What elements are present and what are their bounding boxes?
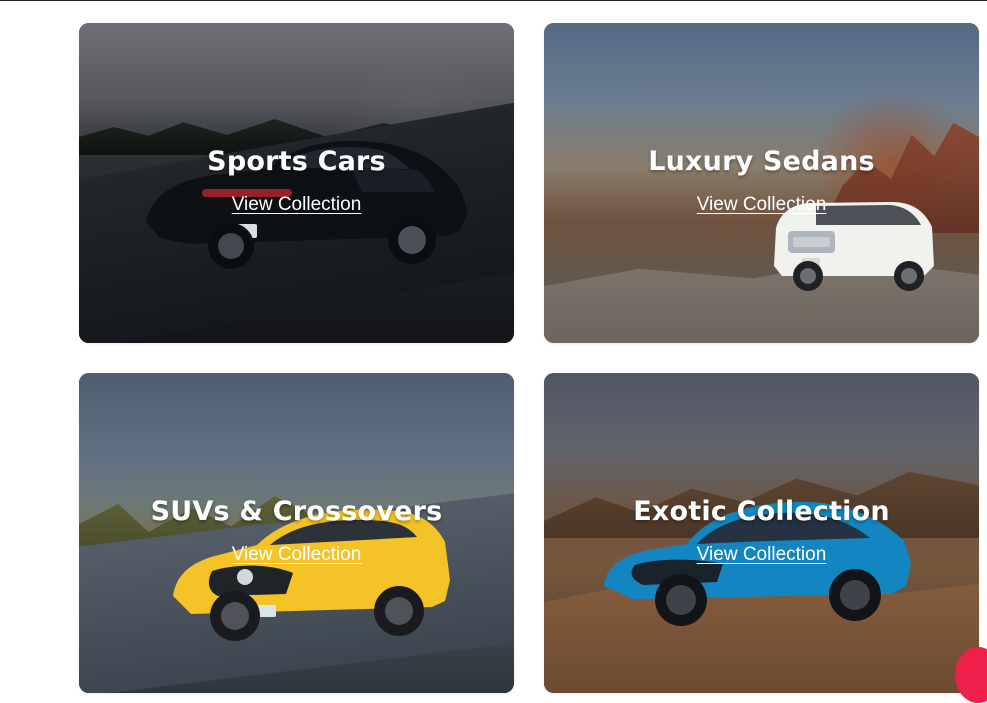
luxury-sedans-content: Luxury Sedans View Collection — [544, 146, 979, 216]
collection-card-suv[interactable]: SUVs & Crossovers View Collection — [79, 373, 514, 693]
top-divider — [0, 0, 987, 1]
view-collection-link[interactable]: View Collection — [697, 544, 827, 566]
card-title: SUVs & Crossovers — [79, 496, 514, 527]
collection-card-exotic[interactable]: Exotic Collection View Collection — [544, 373, 979, 693]
collection-card-sports[interactable]: Sports Cars View Collection — [79, 23, 514, 343]
view-collection-link[interactable]: View Collection — [697, 194, 827, 216]
card-title: Luxury Sedans — [544, 146, 979, 177]
card-title: Exotic Collection — [544, 496, 979, 527]
exotic-collection-content: Exotic Collection View Collection — [544, 496, 979, 566]
suv-crossovers-content: SUVs & Crossovers View Collection — [79, 496, 514, 566]
collection-grid: Sports Cars View Collection Luxury Sedan… — [79, 23, 979, 693]
view-collection-link[interactable]: View Collection — [232, 544, 362, 566]
card-title: Sports Cars — [79, 146, 514, 177]
collection-card-luxury[interactable]: Luxury Sedans View Collection — [544, 23, 979, 343]
view-collection-link[interactable]: View Collection — [232, 194, 362, 216]
sports-cars-content: Sports Cars View Collection — [79, 146, 514, 216]
